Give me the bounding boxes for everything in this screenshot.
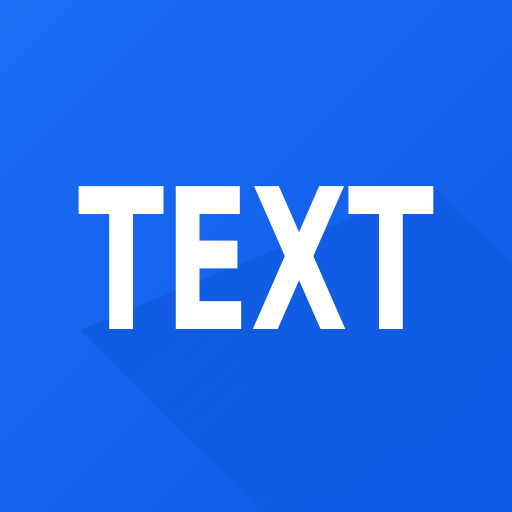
app-icon-tile: TEXT <box>0 0 512 512</box>
icon-word: TEXT <box>78 148 434 376</box>
icon-word-svg: TEXT <box>78 148 434 376</box>
